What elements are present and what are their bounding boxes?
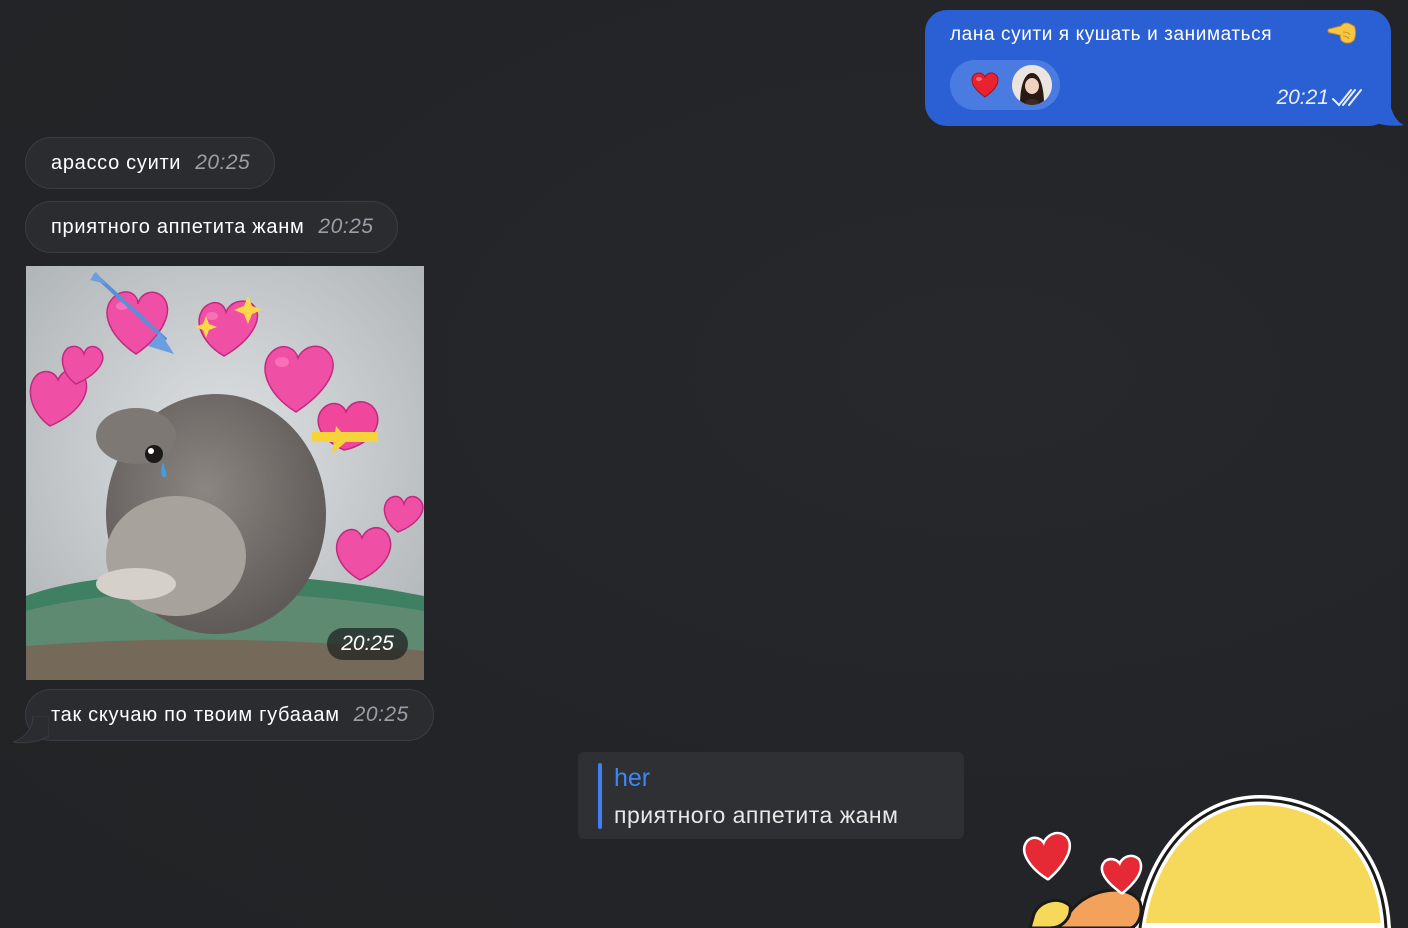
reply-author: her bbox=[614, 764, 651, 792]
reply-accent-bar bbox=[598, 763, 602, 829]
outgoing-message-text: лана суити я кушать и заниматься bbox=[950, 24, 1273, 45]
chat-area: лана суити я кушать и заниматься 20:21 а… bbox=[0, 0, 1408, 928]
outgoing-message-time: 20:21 bbox=[1276, 86, 1329, 109]
incoming-message-bubble[interactable]: приятного аппетита жанм 20:25 bbox=[25, 201, 399, 253]
pointing-left-hand-icon bbox=[1327, 22, 1356, 44]
reply-text: приятного аппетита жанм bbox=[614, 802, 899, 828]
heart-icon bbox=[971, 72, 999, 98]
outgoing-bubble-tail bbox=[1370, 100, 1404, 126]
incoming-message-time: 20:25 bbox=[353, 703, 409, 726]
duck-sticker-image bbox=[1023, 794, 1392, 928]
hamster-hearts-image bbox=[26, 266, 424, 680]
image-message[interactable] bbox=[26, 266, 424, 680]
outgoing-message-bubble[interactable]: лана суити я кушать и заниматься 20:21 bbox=[925, 10, 1391, 126]
duck-sticker[interactable] bbox=[1010, 790, 1408, 928]
incoming-message-bubble[interactable]: арассо суити 20:25 bbox=[25, 137, 276, 189]
reactions-pill[interactable] bbox=[950, 60, 1060, 110]
reaction-avatar bbox=[1012, 65, 1052, 105]
double-check-icon bbox=[1332, 89, 1362, 107]
image-message-time: 20:25 bbox=[327, 628, 408, 660]
incoming-bubble-tail bbox=[13, 716, 49, 744]
incoming-message-time: 20:25 bbox=[318, 215, 374, 238]
incoming-message-bubble[interactable]: так скучаю по твоим губааам 20:25 bbox=[25, 689, 434, 741]
incoming-message-text: так скучаю по твоим губааам bbox=[51, 703, 340, 726]
outgoing-message-meta: 20:21 bbox=[1276, 86, 1363, 110]
incoming-message-time: 20:25 bbox=[195, 151, 251, 174]
incoming-message-text: арассо суити bbox=[51, 151, 182, 174]
reply-preview[interactable]: her приятного аппетита жанм bbox=[578, 752, 964, 839]
incoming-message-text: приятного аппетита жанм bbox=[51, 215, 305, 238]
